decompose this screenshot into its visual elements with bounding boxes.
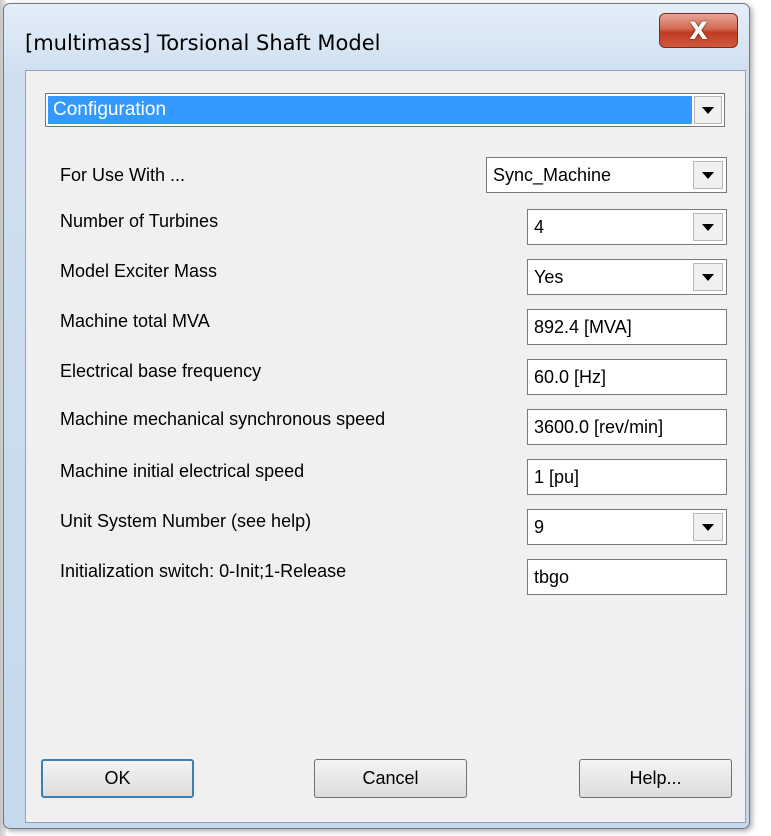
label-number-of-turbines: Number of Turbines — [60, 211, 219, 231]
section-dropdown[interactable]: Configuration — [45, 93, 725, 127]
electrical-base-frequency-input[interactable]: 60.0 [Hz] — [527, 359, 727, 395]
section-dropdown-value: Configuration — [48, 96, 692, 124]
label-initialization-switch: Initialization switch: 0-Init;1-Release — [60, 561, 347, 581]
chevron-down-icon[interactable] — [693, 263, 723, 291]
unit-system-number-value: 9 — [534, 517, 545, 537]
mechanical-synchronous-speed-input[interactable]: 3600.0 [rev/min] — [527, 409, 727, 445]
window-title: [multimass] Torsional Shaft Model — [25, 31, 381, 55]
chevron-down-icon[interactable] — [694, 96, 722, 124]
ok-button[interactable]: OK — [41, 759, 194, 798]
unit-system-number-dropdown[interactable]: 9 — [527, 509, 727, 545]
label-electrical-base-frequency: Electrical base frequency — [60, 361, 262, 381]
model-exciter-mass-value: Yes — [534, 267, 564, 287]
for-use-with-dropdown[interactable]: Sync_Machine — [486, 157, 727, 193]
initial-electrical-speed-input[interactable]: 1 [pu] — [527, 459, 727, 495]
label-for-use-with: For Use With ... — [60, 165, 186, 185]
close-icon: X — [689, 16, 708, 45]
number-of-turbines-value: 4 — [534, 217, 545, 237]
initialization-switch-input[interactable]: tbgo — [527, 559, 727, 595]
chevron-down-icon[interactable] — [693, 213, 723, 241]
machine-total-mva-input[interactable]: 892.4 [MVA] — [527, 309, 727, 345]
label-model-exciter-mass: Model Exciter Mass — [60, 261, 218, 281]
help-button[interactable]: Help... — [579, 759, 732, 798]
label-unit-system-number: Unit System Number (see help) — [60, 511, 312, 531]
chevron-down-icon[interactable] — [693, 161, 723, 189]
close-button[interactable]: X — [659, 13, 738, 48]
cancel-button[interactable]: Cancel — [314, 759, 467, 798]
label-machine-total-mva: Machine total MVA — [60, 311, 210, 331]
dialog-window: [multimass] Torsional Shaft Model X Conf… — [3, 3, 750, 829]
label-mechanical-synchronous-speed: Machine mechanical synchronous speed — [60, 409, 386, 429]
chevron-down-icon[interactable] — [693, 513, 723, 541]
dialog-client-area: Configuration For Use With ... Sync_Mach… — [25, 70, 746, 823]
label-initial-electrical-speed: Machine initial electrical speed — [60, 461, 305, 481]
number-of-turbines-dropdown[interactable]: 4 — [527, 209, 727, 245]
for-use-with-value: Sync_Machine — [493, 165, 612, 185]
model-exciter-mass-dropdown[interactable]: Yes — [527, 259, 727, 295]
